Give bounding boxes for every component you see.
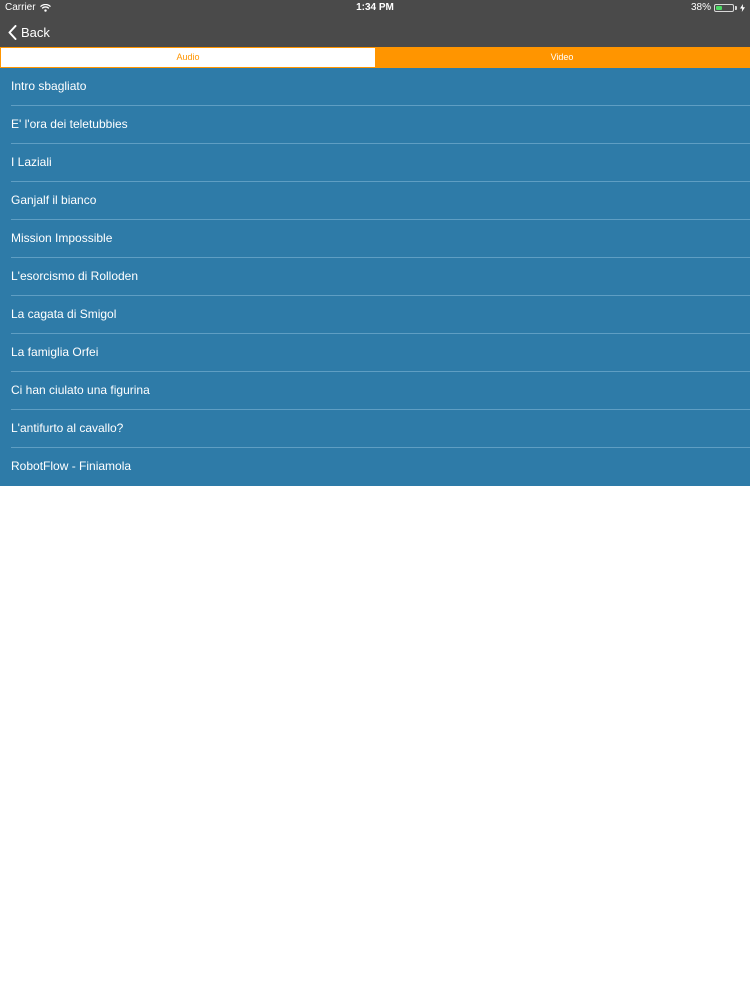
wifi-icon: [39, 4, 51, 12]
carrier-label: Carrier: [5, 2, 36, 13]
navigation-bar: Back: [0, 16, 750, 47]
video-list: Intro sbagliato E' l'ora dei teletubbies I…: [0, 68, 750, 486]
list-item[interactable]: E' l'ora dei teletubbies: [0, 106, 750, 144]
carrier-indicator: Carrier: [5, 0, 51, 16]
back-button[interactable]: Back: [8, 21, 50, 43]
segment-video[interactable]: Video: [375, 48, 749, 67]
list-item[interactable]: L'esorcismo di Rolloden: [0, 258, 750, 296]
list-item[interactable]: I Laziali: [0, 144, 750, 182]
battery-cap: [735, 6, 737, 10]
status-bar: Carrier 1:34 PM 38%: [0, 0, 750, 16]
media-segmented-control: Audio Video: [0, 47, 750, 68]
chevron-left-icon: [8, 24, 17, 40]
list-item[interactable]: La cagata di Smigol: [0, 296, 750, 334]
battery-fill: [716, 6, 722, 10]
battery-icon: [714, 4, 734, 12]
list-item[interactable]: La famiglia Orfei: [0, 334, 750, 372]
charging-bolt-icon: [740, 4, 745, 12]
battery-indicator: 38%: [691, 0, 745, 16]
list-item[interactable]: Mission Impossible: [0, 220, 750, 258]
list-item[interactable]: Ci han ciulato una figurina: [0, 372, 750, 410]
top-bar: Carrier 1:34 PM 38% Back: [0, 0, 750, 47]
status-time: 1:34 PM: [356, 2, 394, 13]
battery-percent: 38%: [690, 2, 711, 13]
list-item[interactable]: Intro sbagliato: [0, 68, 750, 106]
back-label: Back: [21, 24, 50, 40]
list-item[interactable]: L'antifurto al cavallo?: [0, 410, 750, 448]
segment-audio[interactable]: Audio: [1, 48, 375, 67]
list-item[interactable]: Ganjalf il bianco: [0, 182, 750, 220]
list-item[interactable]: RobotFlow - Finiamola: [0, 448, 750, 486]
